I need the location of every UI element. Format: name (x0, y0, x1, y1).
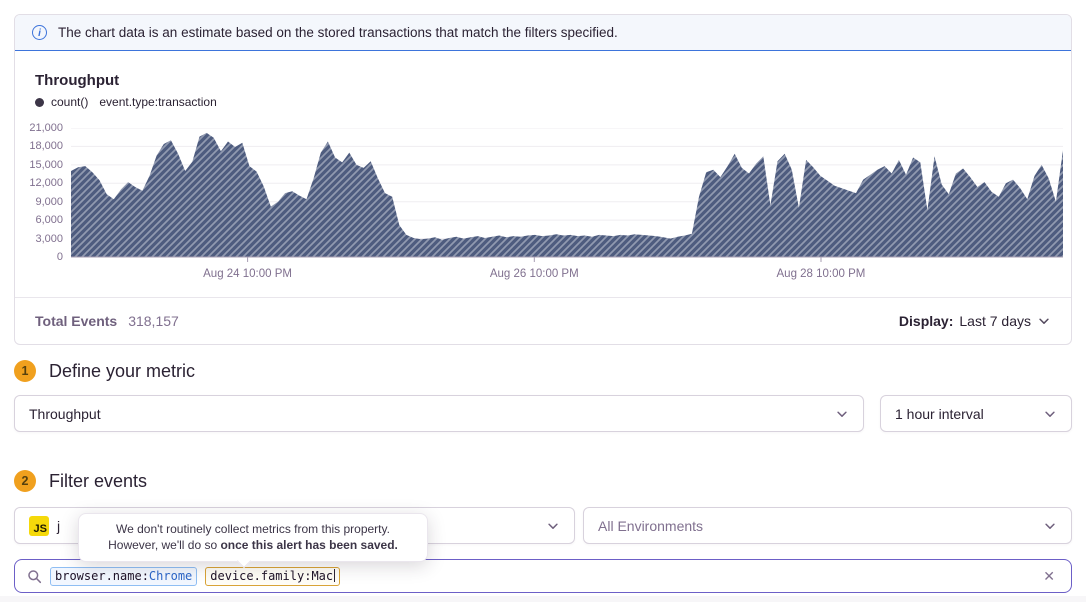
filter-search-input[interactable]: browser.name:Chrome device.family:Mac ✕ (14, 559, 1072, 593)
chevron-down-icon (546, 519, 560, 533)
text-cursor (334, 569, 335, 582)
y-tick-label: 3,000 (15, 233, 63, 245)
chart-y-axis-labels: 21,00018,00015,00012,0009,0006,0003,0000 (15, 128, 63, 257)
y-tick-label: 9,000 (15, 196, 63, 208)
metrics-property-tooltip: We don't routinely collect metrics from … (78, 513, 428, 562)
chevron-down-icon (1043, 519, 1057, 533)
chevron-down-icon (1043, 407, 1057, 421)
legend-dot-icon (35, 98, 44, 107)
interval-select[interactable]: 1 hour interval (880, 395, 1072, 432)
total-events-value: 318,157 (128, 313, 179, 329)
display-label: Display: (899, 313, 953, 329)
total-events: Total Events 318,157 (35, 313, 179, 329)
y-tick-label: 18,000 (15, 140, 63, 152)
chevron-down-icon (835, 407, 849, 421)
metric-select[interactable]: Throughput (14, 395, 864, 432)
javascript-platform-icon: JS (29, 516, 49, 536)
x-tick-label: Aug 24 10:00 PM (203, 268, 292, 280)
legend-series-label: count() (51, 95, 88, 109)
section-define-metric: 1 Define your metric (14, 360, 195, 382)
chevron-down-icon (1037, 314, 1051, 328)
info-icon: i (32, 25, 47, 40)
info-banner-text: The chart data is an estimate based on t… (58, 25, 618, 40)
section-title-filter-events: Filter events (49, 471, 147, 492)
chart-x-axis-labels: Aug 24 10:00 PM Aug 26 10:00 PM Aug 28 10:… (71, 268, 1063, 284)
environment-select[interactable]: All Environments (583, 507, 1072, 544)
tooltip-line-1: We don't routinely collect metrics from … (91, 522, 415, 538)
throughput-area-chart (71, 128, 1063, 262)
chart-legend-item[interactable]: count() event.type:transaction (35, 95, 217, 109)
chart-plot-area (71, 128, 1063, 263)
y-tick-label: 0 (15, 251, 63, 263)
chart-panel: i The chart data is an estimate based on… (14, 14, 1072, 345)
y-tick-label: 15,000 (15, 159, 63, 171)
section-title-define-metric: Define your metric (49, 361, 195, 382)
y-tick-label: 6,000 (15, 214, 63, 226)
step-1-badge: 1 (14, 360, 36, 382)
search-token-browser-name[interactable]: browser.name:Chrome (50, 567, 197, 586)
step-2-badge: 2 (14, 470, 36, 492)
clear-search-icon[interactable]: ✕ (1039, 566, 1059, 587)
tooltip-line-2: However, we'll do so once this alert has… (91, 538, 415, 554)
metric-select-value: Throughput (29, 406, 101, 422)
legend-filter-label: event.type:transaction (99, 95, 216, 109)
display-value: Last 7 days (959, 313, 1031, 329)
x-tick-label: Aug 28 10:00 PM (777, 268, 866, 280)
project-select-value: j (57, 518, 60, 534)
total-events-label: Total Events (35, 313, 117, 329)
x-tick-label: Aug 26 10:00 PM (490, 268, 579, 280)
display-period-selector[interactable]: Display: Last 7 days (899, 313, 1051, 329)
chart-footer: Total Events 318,157 Display: Last 7 day… (15, 297, 1071, 344)
interval-select-value: 1 hour interval (895, 406, 984, 422)
metric-row: Throughput 1 hour interval (14, 395, 1072, 432)
search-token-device-family[interactable]: device.family:Mac (205, 567, 340, 586)
environment-select-value: All Environments (598, 518, 703, 534)
info-banner: i The chart data is an estimate based on… (15, 15, 1071, 51)
section-filter-events: 2 Filter events (14, 470, 147, 492)
y-tick-label: 21,000 (15, 122, 63, 134)
y-tick-label: 12,000 (15, 177, 63, 189)
chart-title: Throughput (35, 72, 119, 89)
search-icon (27, 569, 42, 584)
page-bottom-strip (0, 596, 1086, 602)
